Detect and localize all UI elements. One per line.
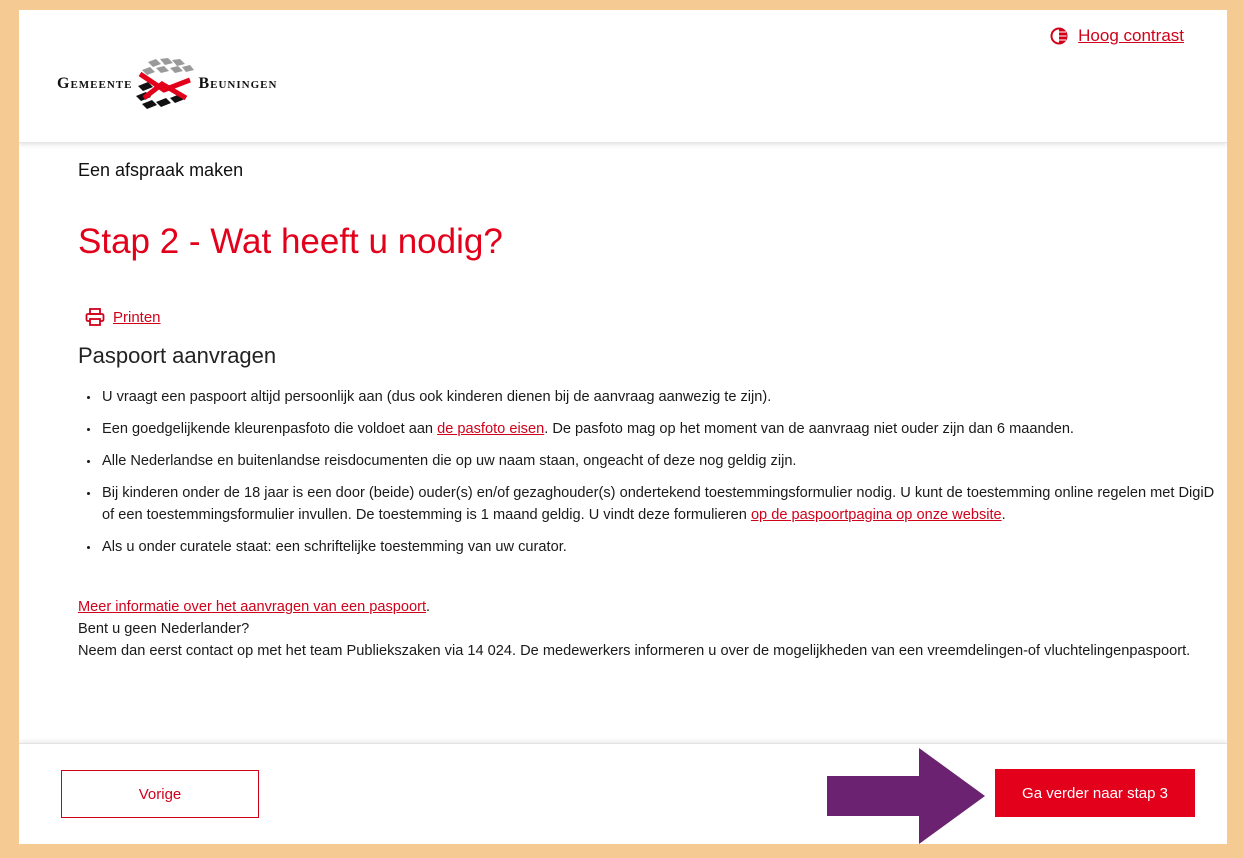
- high-contrast-label[interactable]: Hoog contrast: [1078, 26, 1184, 46]
- list-item: U vraagt een paspoort altijd persoonlijk…: [100, 386, 1220, 408]
- next-step-button[interactable]: Ga verder naar stap 3: [995, 769, 1195, 817]
- more-info-link[interactable]: Meer informatie over het aanvragen van e…: [78, 599, 426, 615]
- annotation-arrow-icon: [827, 748, 985, 844]
- more-info-line: Meer informatie over het aanvragen van e…: [78, 599, 431, 615]
- additional-info: Meer informatie over het aanvragen van e…: [78, 596, 1198, 662]
- print-link[interactable]: Printen: [85, 308, 161, 326]
- page-frame: Hoog contrast Gemeente Beuningen Een afs…: [19, 10, 1227, 844]
- site-header: Hoog contrast Gemeente Beuningen: [19, 10, 1227, 143]
- foreigner-question: Bent u geen Nederlander?: [78, 621, 250, 637]
- list-item: Als u onder curatele staat: een schrifte…: [100, 536, 1220, 558]
- print-label[interactable]: Printen: [113, 309, 161, 326]
- passport-page-link[interactable]: op de paspoortpagina op onze website: [751, 507, 1002, 523]
- requirements-list: U vraagt een paspoort altijd persoonlijk…: [78, 386, 1220, 568]
- site-logo[interactable]: Gemeente Beuningen: [57, 58, 277, 110]
- step-navigation-footer: Vorige Ga verder naar stap 3: [19, 743, 1227, 844]
- previous-button[interactable]: Vorige: [61, 770, 259, 818]
- logo-emblem-icon: [136, 58, 195, 109]
- pasfoto-eisen-link[interactable]: de pasfoto eisen: [437, 421, 544, 437]
- contact-text: Neem dan eerst contact op met het team P…: [78, 643, 1191, 659]
- logo-word-gemeente: Gemeente: [57, 75, 133, 92]
- section-title: Een afspraak maken: [78, 160, 244, 180]
- high-contrast-toggle[interactable]: Hoog contrast: [1050, 26, 1184, 46]
- list-item: Bij kinderen onder de 18 jaar is een doo…: [100, 482, 1220, 526]
- list-item: Een goedgelijkende kleurenpasfoto die vo…: [100, 418, 1220, 440]
- page-title: Stap 2 - Wat heeft u nodig?: [78, 222, 503, 261]
- contrast-icon: [1050, 27, 1068, 45]
- printer-icon: [85, 308, 105, 326]
- logo-word-beuningen: Beuningen: [198, 75, 278, 92]
- list-item: Alle Nederlandse en buitenlandse reisdoc…: [100, 450, 1220, 472]
- section-subtitle: Paspoort aanvragen: [78, 343, 277, 368]
